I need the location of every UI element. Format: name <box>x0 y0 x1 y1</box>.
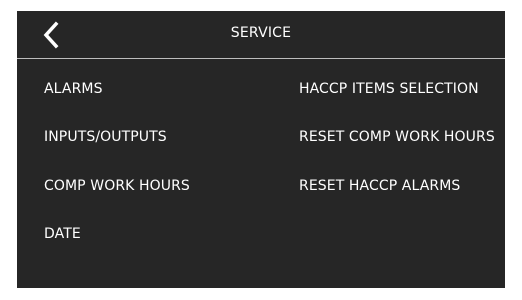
menu-item-reset-haccp-alarms[interactable]: RESET HACCP ALARMS <box>299 176 460 196</box>
menu-item-date[interactable]: DATE <box>44 224 81 244</box>
page-title: SERVICE <box>230 25 292 41</box>
service-screen: SERVICE ALARMS INPUTS/OUTPUTS COMP WORK … <box>17 11 505 288</box>
menu-item-comp-work-hours[interactable]: COMP WORK HOURS <box>44 176 190 196</box>
menu-item-alarms[interactable]: ALARMS <box>44 79 103 99</box>
header-divider <box>17 58 505 59</box>
menu-item-reset-comp-work-hours[interactable]: RESET COMP WORK HOURS <box>299 127 495 147</box>
menu-item-inputs-outputs[interactable]: INPUTS/OUTPUTS <box>44 127 167 147</box>
header-bar: SERVICE <box>17 11 505 58</box>
menu-item-haccp-items-selection[interactable]: HACCP ITEMS SELECTION <box>299 79 479 99</box>
